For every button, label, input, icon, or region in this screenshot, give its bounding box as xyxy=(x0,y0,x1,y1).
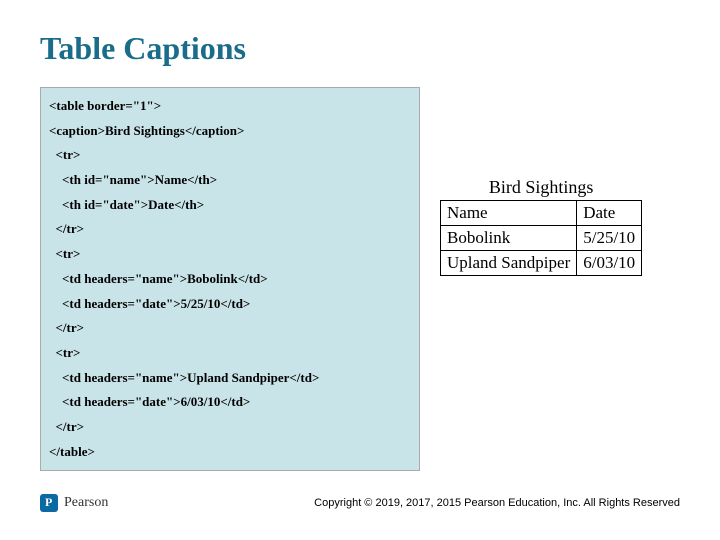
table-caption: Bird Sightings xyxy=(440,177,642,198)
brand-logo-icon xyxy=(40,494,58,512)
content-row: <table border="1"> <caption>Bird Sightin… xyxy=(40,87,680,471)
code-example: <table border="1"> <caption>Bird Sightin… xyxy=(40,87,420,471)
slide-title: Table Captions xyxy=(40,30,680,67)
copyright-text: Copyright © 2019, 2017, 2015 Pearson Edu… xyxy=(314,497,680,509)
footer: Pearson Copyright © 2019, 2017, 2015 Pea… xyxy=(40,494,680,512)
table-cell: 5/25/10 xyxy=(577,226,642,251)
rendered-output: Bird Sightings Name Date Bobolink 5/25/1… xyxy=(440,87,642,276)
table-header-row: Name Date xyxy=(441,201,642,226)
table-header-cell: Date xyxy=(577,201,642,226)
table-cell: 6/03/10 xyxy=(577,251,642,276)
table-cell: Bobolink xyxy=(441,226,577,251)
brand-name: Pearson xyxy=(64,495,108,511)
table-row: Upland Sandpiper 6/03/10 xyxy=(441,251,642,276)
table-header-cell: Name xyxy=(441,201,577,226)
rendered-table: Name Date Bobolink 5/25/10 Upland Sandpi… xyxy=(440,200,642,276)
table-row: Bobolink 5/25/10 xyxy=(441,226,642,251)
table-cell: Upland Sandpiper xyxy=(441,251,577,276)
brand: Pearson xyxy=(40,494,108,512)
